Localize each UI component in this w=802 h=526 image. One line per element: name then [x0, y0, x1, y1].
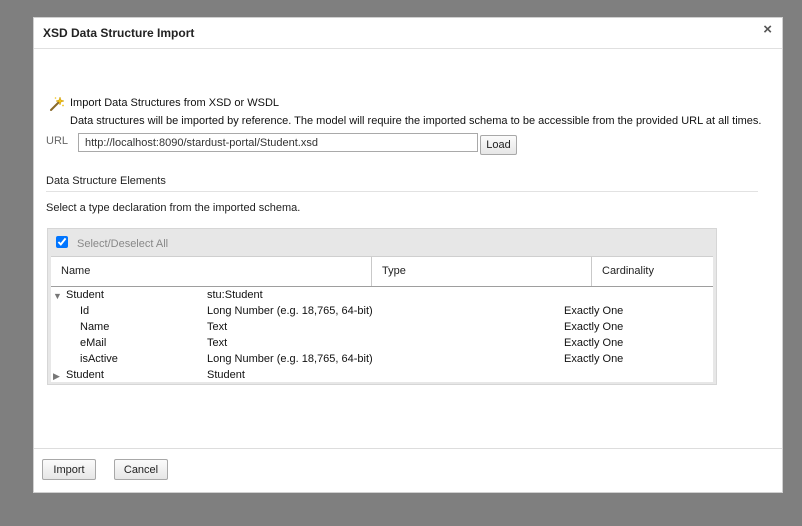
column-header-cardinality[interactable]: Cardinality — [592, 257, 713, 286]
row-name: Student — [66, 289, 104, 301]
row-name: Student — [66, 369, 104, 381]
tree-header: Name Type Cardinality — [51, 257, 713, 287]
expand-triangle-icon[interactable]: ▶ — [53, 371, 60, 382]
row-type: Long Number (e.g. 18,765, 64-bit) — [207, 353, 373, 365]
tree-row-student-second[interactable]: ▶ Student Student — [51, 368, 713, 384]
structure-tree-panel: Select/Deselect All Name Type Cardinalit… — [47, 228, 717, 385]
tree-row-email[interactable]: eMail Text Exactly One — [51, 336, 713, 352]
row-name: eMail — [80, 337, 107, 349]
tree-row-isactive[interactable]: isActive Long Number (e.g. 18,765, 64-bi… — [51, 352, 713, 368]
row-type: Long Number (e.g. 18,765, 64-bit) — [207, 305, 373, 317]
import-button[interactable]: Import — [42, 459, 96, 480]
row-name: isActive — [80, 353, 118, 365]
column-header-type[interactable]: Type — [372, 257, 592, 286]
url-input[interactable] — [78, 133, 478, 152]
row-name: Id — [80, 305, 90, 317]
row-name: Name — [80, 321, 110, 333]
select-all-checkbox[interactable] — [56, 236, 68, 248]
row-type: Text — [207, 321, 228, 333]
select-all-label: Select/Deselect All — [77, 238, 169, 250]
dialog-footer: Import Cancel — [34, 448, 782, 494]
section-title: Data Structure Elements — [46, 175, 758, 192]
structure-tree-table: Name Type Cardinality ▼ Student stu:Stud… — [51, 256, 713, 382]
tree-row-student-root[interactable]: ▼ Student stu:Student — [51, 288, 713, 304]
url-label: URL — [46, 135, 69, 147]
column-header-name[interactable]: Name — [51, 257, 372, 286]
row-cardinality: Exactly One — [564, 321, 624, 333]
row-cardinality: Exactly One — [564, 305, 624, 317]
magic-wand-icon — [50, 96, 65, 111]
row-type: Student — [207, 369, 245, 381]
collapse-triangle-icon[interactable]: ▼ — [53, 291, 62, 301]
row-type: stu:Student — [207, 289, 263, 301]
import-description: Data structures will be imported by refe… — [70, 115, 762, 127]
cancel-button[interactable]: Cancel — [114, 459, 168, 480]
select-instruction: Select a type declaration from the impor… — [46, 202, 301, 214]
row-cardinality: Exactly One — [564, 353, 624, 365]
import-heading: Import Data Structures from XSD or WSDL — [70, 97, 280, 109]
tree-row-id[interactable]: Id Long Number (e.g. 18,765, 64-bit) Exa… — [51, 304, 713, 320]
dialog-title: XSD Data Structure Import — [43, 26, 195, 40]
load-button[interactable]: Load — [480, 135, 517, 155]
close-icon[interactable]: × — [763, 21, 772, 38]
row-cardinality: Exactly One — [564, 337, 624, 349]
dialog-title-bar: XSD Data Structure Import × — [34, 18, 782, 49]
xsd-import-dialog: XSD Data Structure Import × Import Data … — [33, 17, 783, 493]
tree-row-name[interactable]: Name Text Exactly One — [51, 320, 713, 336]
row-type: Text — [207, 337, 228, 349]
